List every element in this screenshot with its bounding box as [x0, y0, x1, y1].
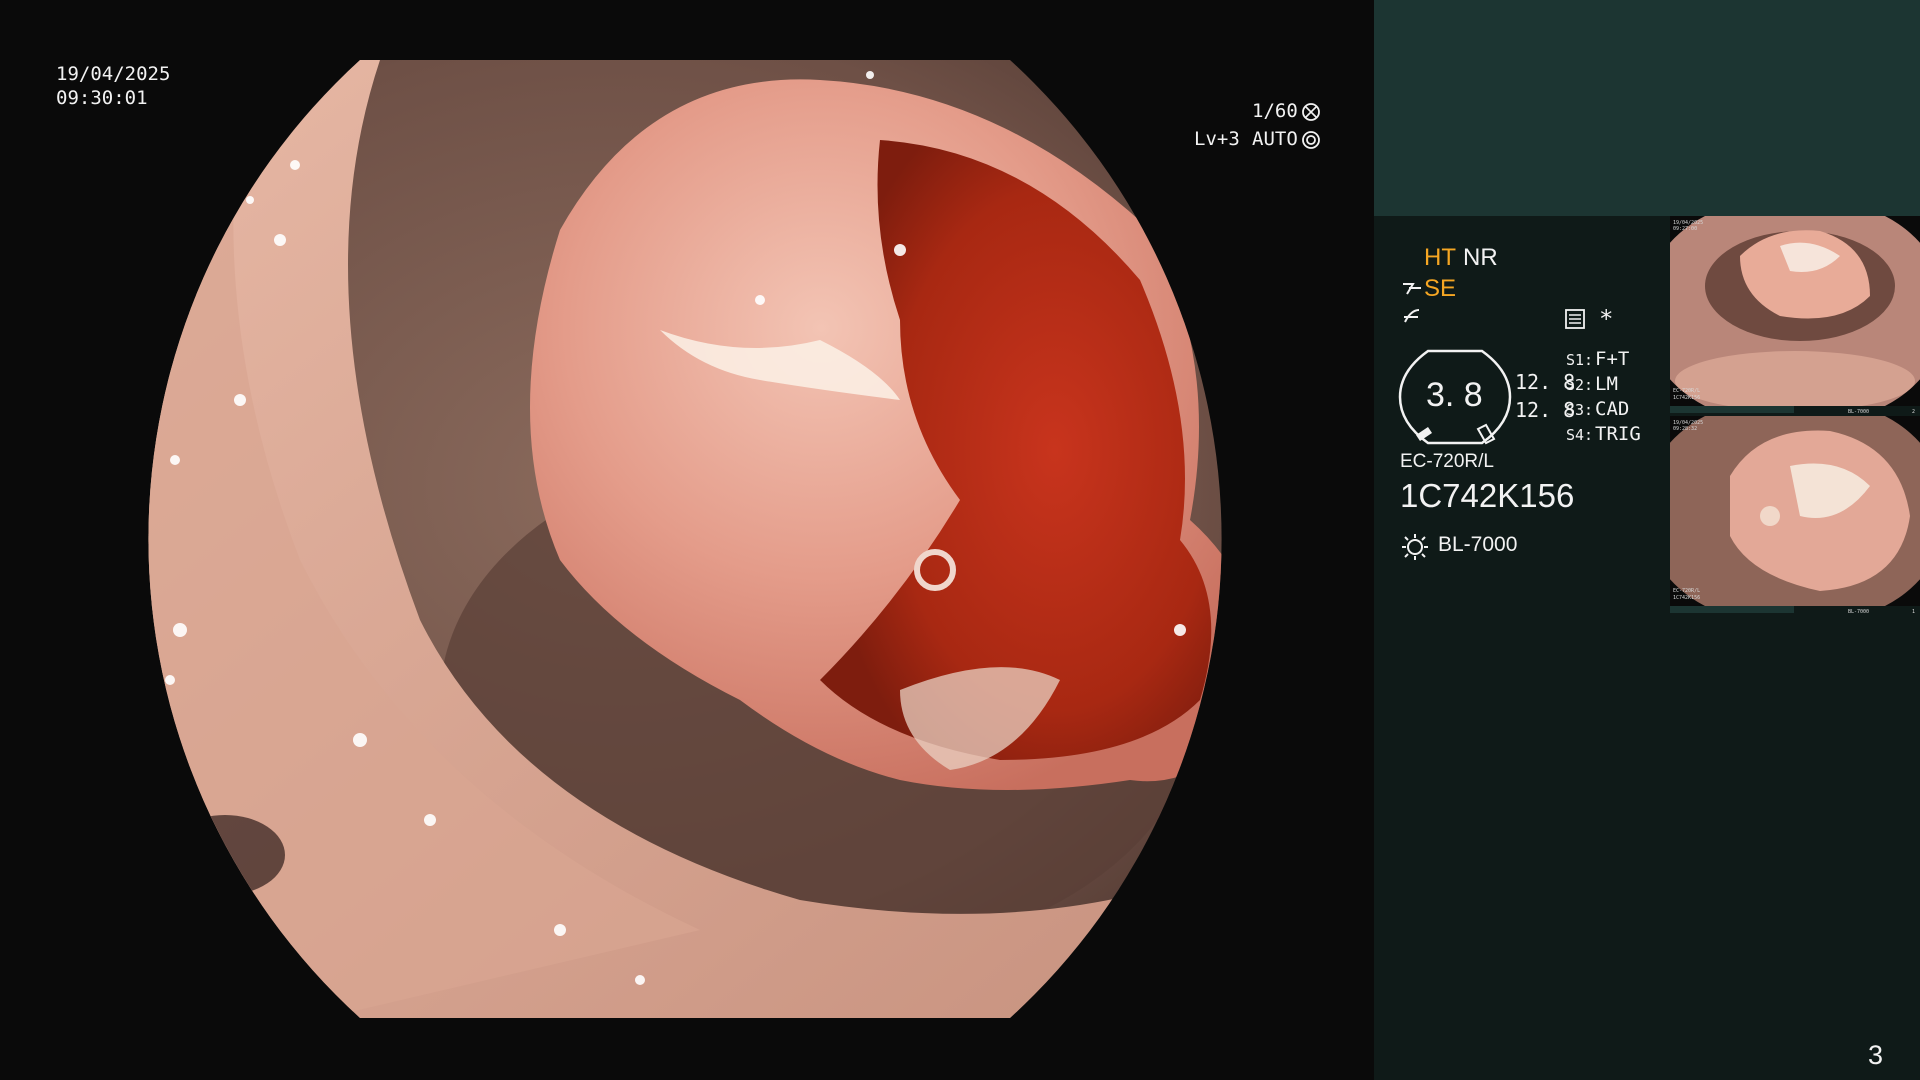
thumbnail-1-model: EC-720R/L	[1673, 388, 1701, 394]
level-label: Lv+3	[1194, 128, 1240, 150]
switch-2-value: LM	[1595, 373, 1618, 395]
switch-3-value: CAD	[1595, 398, 1630, 420]
switch-4-key: S4:	[1566, 426, 1594, 444]
scope-model: EC-720R/L	[1400, 451, 1494, 472]
switch-2-key: S2:	[1566, 376, 1594, 394]
thumbnail-1[interactable]	[1670, 216, 1920, 406]
ht-indicator: HT	[1424, 244, 1456, 271]
iris-icon	[1302, 131, 1320, 149]
menu-icon	[1565, 309, 1585, 329]
thumbnail-1-time: 09:27:00	[1673, 226, 1698, 232]
thumbnail-1-serial: 1C742K156	[1673, 395, 1701, 401]
endoscope-view	[148, 60, 1222, 1018]
switch-3-key: S3:	[1566, 401, 1594, 419]
thumbnail-2-bar	[1670, 606, 1794, 613]
shutter-label: 1/60	[1252, 100, 1298, 122]
thumbnail-2-model: EC-720R/L	[1673, 588, 1701, 594]
info-panel-header	[1374, 0, 1920, 216]
structure-enhance-icon	[1403, 283, 1421, 295]
thumbnail-2-index: 1	[1912, 609, 1916, 615]
switch-1-key: S1:	[1566, 351, 1594, 369]
light-source-icon	[1402, 534, 1428, 560]
freeze-icon	[1404, 309, 1420, 323]
thumbnail-1-source: BL-7000	[1848, 409, 1870, 415]
light-source-label: BL-7000	[1438, 533, 1518, 556]
thumbnail-1-index: 2	[1912, 409, 1916, 415]
shutter-icon	[1302, 103, 1320, 121]
thumbnail-1-bar	[1670, 406, 1794, 413]
switch-4-value: TRIG	[1595, 423, 1641, 445]
thumbnail-2-serial: 1C742K156	[1673, 595, 1701, 601]
switch-1-value: F+T	[1595, 348, 1630, 370]
mode-label: AUTO	[1252, 128, 1298, 150]
date-label: 19/04/2025	[56, 63, 171, 85]
nr-indicator: NR	[1463, 244, 1498, 271]
thumbnail-2[interactable]	[1670, 416, 1920, 606]
scope-serial: 1C742K156	[1400, 477, 1575, 514]
page-number: 3	[1868, 1040, 1884, 1070]
se-indicator: SE	[1424, 275, 1457, 302]
thumbnail-2-source: BL-7000	[1848, 609, 1870, 615]
thumbnail-2-time: 09:28:32	[1673, 426, 1698, 432]
asterisk-indicator: *	[1599, 305, 1614, 333]
time-label: 09:30:01	[56, 87, 148, 109]
gauge-value: 3. 8	[1426, 376, 1483, 414]
